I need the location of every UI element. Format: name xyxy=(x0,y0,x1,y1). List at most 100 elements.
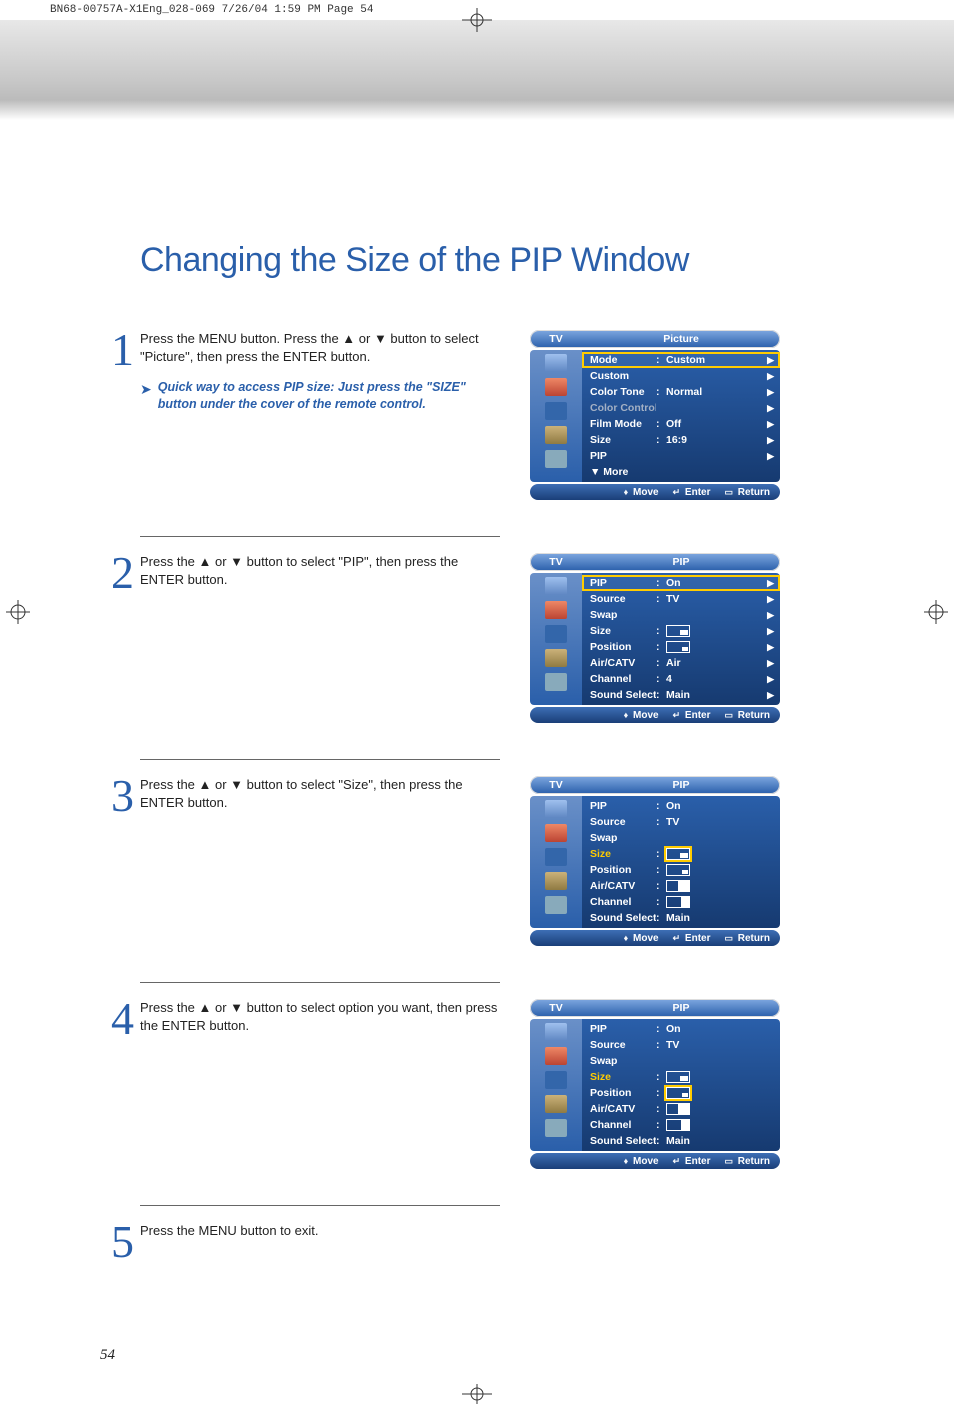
pip-size-medium-icon xyxy=(666,641,690,653)
osd-menu-row[interactable]: Position : xyxy=(582,862,780,878)
osd-menu-row[interactable]: Channel : xyxy=(582,894,780,910)
osd-header: TV PIP xyxy=(530,999,780,1017)
osd-menu-row[interactable]: Swap xyxy=(582,830,780,846)
channel-category-icon[interactable] xyxy=(545,402,567,420)
support-category-icon[interactable] xyxy=(545,896,567,914)
osd-menu-row[interactable]: PIP : On xyxy=(582,798,780,814)
osd-menu-row[interactable]: Mode : Custom ▶ xyxy=(582,352,780,368)
picture-category-icon[interactable] xyxy=(545,800,567,818)
sound-category-icon[interactable] xyxy=(545,378,567,396)
step-number: 1 xyxy=(100,334,134,413)
osd-row-value: Air xyxy=(666,657,764,669)
osd-menu-row[interactable]: PIP : On xyxy=(582,1021,780,1037)
osd-menu-row[interactable]: Sound Select : Main ▶ xyxy=(582,687,780,703)
picture-category-icon[interactable] xyxy=(545,354,567,372)
step-2-row: 2 Press the ▲ or ▼ button to select "PIP… xyxy=(100,553,884,733)
osd-menu-row[interactable]: Size : 16:9 ▶ xyxy=(582,432,780,448)
osd-menu-row[interactable]: Source : TV xyxy=(582,814,780,830)
support-category-icon[interactable] xyxy=(545,673,567,691)
sound-category-icon[interactable] xyxy=(545,601,567,619)
setup-category-icon[interactable] xyxy=(545,426,567,444)
chevron-right-icon: ▶ xyxy=(764,355,774,366)
osd-table: Mode : Custom ▶ Custom ▶ Color Tone : No… xyxy=(582,350,780,482)
osd-menu-row[interactable]: Air/CATV : xyxy=(582,1101,780,1117)
pip-size-half-icon xyxy=(666,880,690,892)
pip-size-half-icon xyxy=(666,1103,690,1115)
osd-move-hint: ♦ Move xyxy=(624,710,659,721)
updown-icon: ♦ xyxy=(624,933,629,943)
osd-row-label: PIP xyxy=(590,450,656,462)
osd-menu-row[interactable]: PIP : On ▶ xyxy=(582,575,780,591)
osd-row-colon: : xyxy=(656,434,666,446)
osd-row-value: TV xyxy=(666,1039,764,1051)
osd-menu: TV PIP PIP : On ▶ Source : TV ▶ Swap xyxy=(530,553,780,723)
chevron-right-icon: ▶ xyxy=(764,578,774,589)
picture-category-icon[interactable] xyxy=(545,577,567,595)
channel-category-icon[interactable] xyxy=(545,848,567,866)
osd-menu-row[interactable]: Color Tone : Normal ▶ xyxy=(582,384,780,400)
osd-menu-row[interactable]: PIP ▶ xyxy=(582,448,780,464)
osd-row-value: Off xyxy=(666,418,764,430)
osd-menu-row[interactable]: Air/CATV : Air ▶ xyxy=(582,655,780,671)
osd-menu-row[interactable]: Sound Select : Main xyxy=(582,910,780,926)
osd-menu-row[interactable]: Size : ▶ xyxy=(582,623,780,639)
osd-menu-row[interactable]: Position : xyxy=(582,1085,780,1101)
support-category-icon[interactable] xyxy=(545,450,567,468)
osd-menu-row[interactable]: Channel : 4 ▶ xyxy=(582,671,780,687)
osd-row-colon: : xyxy=(656,641,666,653)
channel-category-icon[interactable] xyxy=(545,625,567,643)
step-4-instruction: Press the ▲ or ▼ button to select option… xyxy=(140,999,500,1035)
osd-row-value xyxy=(666,1119,764,1131)
setup-category-icon[interactable] xyxy=(545,1095,567,1113)
osd-enter-hint: ↵ Enter xyxy=(673,933,711,944)
osd-menu-row[interactable]: Swap ▶ xyxy=(582,607,780,623)
step-3-row: 3 Press the ▲ or ▼ button to select "Siz… xyxy=(100,776,884,956)
osd-menu-row[interactable]: Custom ▶ xyxy=(582,368,780,384)
chevron-right-icon: ▶ xyxy=(764,435,774,446)
osd-row-colon: : xyxy=(656,593,666,605)
osd-row-label: Custom xyxy=(590,370,656,382)
osd-row-value xyxy=(666,848,764,860)
osd-row-label: Air/CATV xyxy=(590,657,656,669)
support-category-icon[interactable] xyxy=(545,1119,567,1137)
osd-tv-label: TV xyxy=(530,779,582,791)
sound-category-icon[interactable] xyxy=(545,1047,567,1065)
osd-menu-row[interactable]: Film Mode : Off ▶ xyxy=(582,416,780,432)
print-header: BN68-00757A-X1Eng_028-069 7/26/04 1:59 P… xyxy=(0,0,954,20)
channel-category-icon[interactable] xyxy=(545,1071,567,1089)
osd-menu-row[interactable]: Air/CATV : xyxy=(582,878,780,894)
osd-menu-row[interactable]: Swap xyxy=(582,1053,780,1069)
osd-menu-row[interactable]: Sound Select : Main xyxy=(582,1133,780,1149)
osd-menu-row[interactable]: Channel : xyxy=(582,1117,780,1133)
osd-row-value: 16:9 xyxy=(666,434,764,446)
osd-body: Mode : Custom ▶ Custom ▶ Color Tone : No… xyxy=(530,350,780,482)
osd-menu-row[interactable]: ▼ More xyxy=(582,464,780,480)
setup-category-icon[interactable] xyxy=(545,649,567,667)
osd-row-label: Swap xyxy=(590,609,656,621)
osd-menu-row[interactable]: Color Control ▶ xyxy=(582,400,780,416)
osd-row-colon: : xyxy=(656,1039,666,1051)
osd-menu-row[interactable]: Source : TV xyxy=(582,1037,780,1053)
pip-size-large-icon xyxy=(666,625,690,637)
pip-size-large-icon xyxy=(666,1071,690,1083)
osd-menu-row[interactable]: Size : xyxy=(582,1069,780,1085)
osd-row-colon: : xyxy=(656,1071,666,1083)
osd-row-label: PIP xyxy=(590,800,656,812)
osd-row-label: Size xyxy=(590,848,656,860)
osd-menu-title: PIP xyxy=(582,1002,780,1014)
osd-table: PIP : On Source : TV Swap Size : Positio… xyxy=(582,1019,780,1151)
osd-row-value: Main xyxy=(666,1135,764,1147)
osd-menu-row[interactable]: Source : TV ▶ xyxy=(582,591,780,607)
osd-menu-row[interactable]: Size : xyxy=(582,846,780,862)
osd-row-value xyxy=(666,880,764,892)
osd-menu: TV Picture Mode : Custom ▶ Custom ▶ Colo… xyxy=(530,330,780,500)
osd-row-value xyxy=(666,1103,764,1115)
picture-category-icon[interactable] xyxy=(545,1023,567,1041)
osd-menu-row[interactable]: Position : ▶ xyxy=(582,639,780,655)
chevron-right-icon: ▶ xyxy=(764,690,774,701)
osd-row-label: Position xyxy=(590,1087,656,1099)
osd-row-label: Film Mode xyxy=(590,418,656,430)
setup-category-icon[interactable] xyxy=(545,872,567,890)
sound-category-icon[interactable] xyxy=(545,824,567,842)
osd-table: PIP : On ▶ Source : TV ▶ Swap ▶ Size : ▶… xyxy=(582,573,780,705)
